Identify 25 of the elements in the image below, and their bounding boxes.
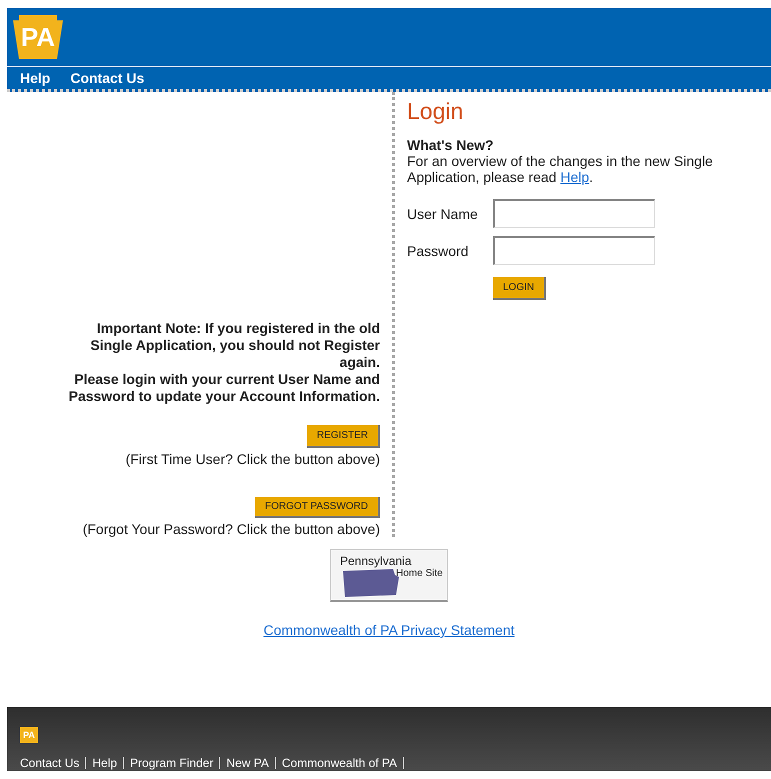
nav-link[interactable]: Help	[20, 70, 50, 86]
login-title: Login	[407, 98, 464, 125]
important-note: Important Note: If you registered in the old Single Application, you should not Register again. Please login with your current User Name and Password to update your Account Information.	[68, 320, 380, 405]
footer-link[interactable]: Commonwealth of PA	[276, 757, 404, 769]
forgot-password-button[interactable]: FORGOT PASSWORD	[255, 497, 380, 518]
field-label: Password	[407, 242, 470, 258]
forgot-password-hint: (Forgot Your Password? Click the button above)	[82, 521, 380, 537]
register-button[interactable]: REGISTER	[306, 425, 380, 448]
home-site-banner[interactable]: Pennsylvania Home Site	[330, 549, 448, 602]
input-field[interactable]	[493, 199, 655, 228]
field-label: User Name	[407, 206, 479, 222]
whats-new-text: For an overview of the changes in the new Single Application, please read Help.	[407, 153, 714, 185]
footer-link[interactable]: Program Finder	[124, 757, 220, 769]
footer-link[interactable]: Contact Us	[20, 757, 86, 769]
input-field[interactable]	[493, 236, 655, 265]
login-button[interactable]: LOGIN	[493, 277, 546, 300]
footer-link[interactable]: Help	[86, 757, 124, 769]
footer-link[interactable]: New PA	[220, 757, 276, 769]
banner-subtitle: Home Site	[396, 568, 443, 579]
banner-title: Pennsylvania	[340, 554, 412, 568]
register-hint: (First Time User? Click the button above)	[126, 451, 380, 467]
whats-new-title: What's New?	[407, 137, 495, 153]
help-link[interactable]: Help	[560, 169, 590, 185]
nav-link[interactable]: Contact Us	[70, 70, 144, 86]
privacy-link[interactable]: Commonwealth of PA Privacy Statement	[263, 622, 515, 638]
